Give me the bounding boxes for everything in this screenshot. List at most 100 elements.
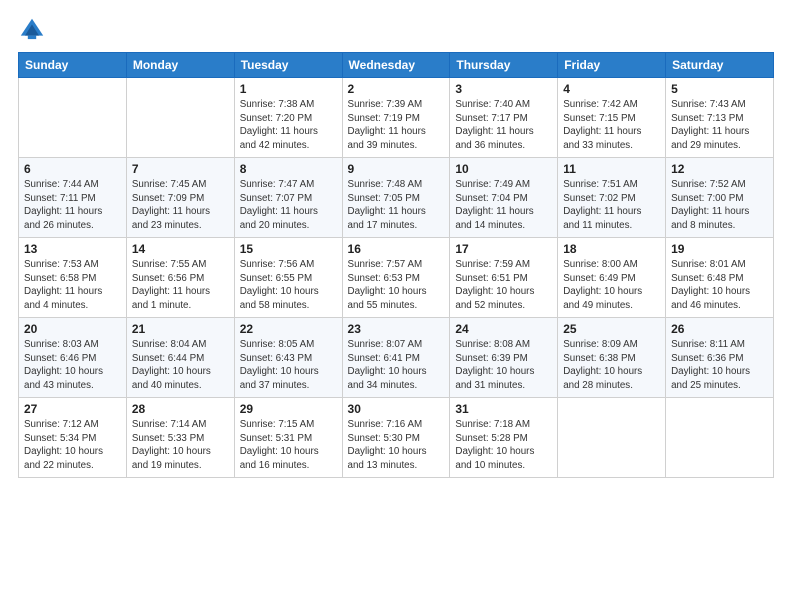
day-info: Sunrise: 7:18 AMSunset: 5:28 PMDaylight:… bbox=[455, 418, 552, 473]
calendar-day bbox=[19, 78, 127, 158]
day-number: 25 bbox=[563, 322, 660, 336]
calendar-day: 27 Sunrise: 7:12 AMSunset: 5:34 PMDayligh… bbox=[19, 398, 127, 478]
day-info: Sunrise: 7:55 AMSunset: 6:56 PMDaylight:… bbox=[132, 258, 229, 313]
calendar-day: 2Sunrise: 7:39 AMSunset: 7:19 PMDaylight… bbox=[342, 78, 450, 158]
day-info: Sunrise: 7:44 AMSunset: 7:11 PMDaylight:… bbox=[24, 178, 121, 233]
calendar-day: 10Sunrise: 7:49 AMSunset: 7:04 PMDayligh… bbox=[450, 158, 558, 238]
calendar-day bbox=[666, 398, 774, 478]
weekday-header: Thursday bbox=[450, 53, 558, 78]
day-number: 6 bbox=[24, 162, 121, 176]
day-info: Sunrise: 8:03 AMSunset: 6:46 PMDaylight:… bbox=[24, 338, 121, 393]
day-number: 30 bbox=[348, 402, 445, 416]
day-number: 27 bbox=[24, 402, 121, 416]
calendar-day: 24 Sunrise: 8:08 AMSunset: 6:39 PMDayligh… bbox=[450, 318, 558, 398]
calendar-week: 20 Sunrise: 8:03 AMSunset: 6:46 PMDayligh… bbox=[19, 318, 774, 398]
day-number: 26 bbox=[671, 322, 768, 336]
calendar-week: 13 Sunrise: 7:53 AMSunset: 6:58 PMDayligh… bbox=[19, 238, 774, 318]
calendar-day: 5Sunrise: 7:43 AMSunset: 7:13 PMDaylight… bbox=[666, 78, 774, 158]
calendar-day: 13 Sunrise: 7:53 AMSunset: 6:58 PMDayligh… bbox=[19, 238, 127, 318]
day-number: 3 bbox=[455, 82, 552, 96]
day-number: 21 bbox=[132, 322, 229, 336]
day-number: 20 bbox=[24, 322, 121, 336]
day-number: 22 bbox=[240, 322, 337, 336]
day-number: 13 bbox=[24, 242, 121, 256]
day-number: 12 bbox=[671, 162, 768, 176]
day-info: Sunrise: 7:51 AMSunset: 7:02 PMDaylight:… bbox=[563, 178, 660, 233]
day-number: 15 bbox=[240, 242, 337, 256]
page: SundayMondayTuesdayWednesdayThursdayFrid… bbox=[0, 0, 792, 612]
calendar-day: 7 Sunrise: 7:45 AMSunset: 7:09 PMDaylight… bbox=[126, 158, 234, 238]
day-number: 29 bbox=[240, 402, 337, 416]
calendar-day: 23 Sunrise: 8:07 AMSunset: 6:41 PMDayligh… bbox=[342, 318, 450, 398]
calendar-day: 31 Sunrise: 7:18 AMSunset: 5:28 PMDayligh… bbox=[450, 398, 558, 478]
day-info: Sunrise: 7:53 AMSunset: 6:58 PMDaylight:… bbox=[24, 258, 121, 313]
day-info: Sunrise: 8:01 AMSunset: 6:48 PMDaylight:… bbox=[671, 258, 768, 313]
calendar-day: 16 Sunrise: 7:57 AMSunset: 6:53 PMDayligh… bbox=[342, 238, 450, 318]
calendar-day: 14 Sunrise: 7:55 AMSunset: 6:56 PMDayligh… bbox=[126, 238, 234, 318]
calendar-day: 19 Sunrise: 8:01 AMSunset: 6:48 PMDayligh… bbox=[666, 238, 774, 318]
day-info: Sunrise: 7:47 AMSunset: 7:07 PMDaylight:… bbox=[240, 178, 337, 233]
day-number: 5 bbox=[671, 82, 768, 96]
day-info: Sunrise: 8:08 AMSunset: 6:39 PMDaylight:… bbox=[455, 338, 552, 393]
day-number: 4 bbox=[563, 82, 660, 96]
day-number: 2 bbox=[348, 82, 445, 96]
day-info: Sunrise: 7:40 AMSunset: 7:17 PMDaylight:… bbox=[455, 98, 552, 153]
day-info: Sunrise: 7:56 AMSunset: 6:55 PMDaylight:… bbox=[240, 258, 337, 313]
day-info: Sunrise: 7:42 AMSunset: 7:15 PMDaylight:… bbox=[563, 98, 660, 153]
day-info: Sunrise: 7:15 AMSunset: 5:31 PMDaylight:… bbox=[240, 418, 337, 473]
calendar-day: 8 Sunrise: 7:47 AMSunset: 7:07 PMDaylight… bbox=[234, 158, 342, 238]
calendar-day: 4 Sunrise: 7:42 AMSunset: 7:15 PMDaylight… bbox=[558, 78, 666, 158]
weekday-row: SundayMondayTuesdayWednesdayThursdayFrid… bbox=[19, 53, 774, 78]
calendar-day: 22Sunrise: 8:05 AMSunset: 6:43 PMDayligh… bbox=[234, 318, 342, 398]
calendar-day: 6 Sunrise: 7:44 AMSunset: 7:11 PMDaylight… bbox=[19, 158, 127, 238]
day-number: 24 bbox=[455, 322, 552, 336]
weekday-header: Tuesday bbox=[234, 53, 342, 78]
day-info: Sunrise: 8:07 AMSunset: 6:41 PMDaylight:… bbox=[348, 338, 445, 393]
weekday-header: Friday bbox=[558, 53, 666, 78]
day-info: Sunrise: 7:38 AMSunset: 7:20 PMDaylight:… bbox=[240, 98, 337, 153]
day-number: 8 bbox=[240, 162, 337, 176]
day-info: Sunrise: 7:52 AMSunset: 7:00 PMDaylight:… bbox=[671, 178, 768, 233]
day-info: Sunrise: 7:16 AMSunset: 5:30 PMDaylight:… bbox=[348, 418, 445, 473]
day-number: 18 bbox=[563, 242, 660, 256]
calendar-day: 17Sunrise: 7:59 AMSunset: 6:51 PMDayligh… bbox=[450, 238, 558, 318]
calendar-body: 1 Sunrise: 7:38 AMSunset: 7:20 PMDaylight… bbox=[19, 78, 774, 478]
calendar: SundayMondayTuesdayWednesdayThursdayFrid… bbox=[18, 52, 774, 478]
logo bbox=[18, 16, 50, 44]
calendar-day: 15 Sunrise: 7:56 AMSunset: 6:55 PMDayligh… bbox=[234, 238, 342, 318]
calendar-day: 11 Sunrise: 7:51 AMSunset: 7:02 PMDayligh… bbox=[558, 158, 666, 238]
day-info: Sunrise: 7:49 AMSunset: 7:04 PMDaylight:… bbox=[455, 178, 552, 233]
day-number: 28 bbox=[132, 402, 229, 416]
header bbox=[18, 16, 774, 44]
calendar-header: SundayMondayTuesdayWednesdayThursdayFrid… bbox=[19, 53, 774, 78]
day-number: 19 bbox=[671, 242, 768, 256]
day-info: Sunrise: 8:00 AMSunset: 6:49 PMDaylight:… bbox=[563, 258, 660, 313]
calendar-week: 27 Sunrise: 7:12 AMSunset: 5:34 PMDayligh… bbox=[19, 398, 774, 478]
calendar-week: 6 Sunrise: 7:44 AMSunset: 7:11 PMDaylight… bbox=[19, 158, 774, 238]
calendar-day: 26 Sunrise: 8:11 AMSunset: 6:36 PMDayligh… bbox=[666, 318, 774, 398]
day-number: 16 bbox=[348, 242, 445, 256]
calendar-day: 21 Sunrise: 8:04 AMSunset: 6:44 PMDayligh… bbox=[126, 318, 234, 398]
day-info: Sunrise: 8:11 AMSunset: 6:36 PMDaylight:… bbox=[671, 338, 768, 393]
day-number: 1 bbox=[240, 82, 337, 96]
day-info: Sunrise: 7:59 AMSunset: 6:51 PMDaylight:… bbox=[455, 258, 552, 313]
day-number: 31 bbox=[455, 402, 552, 416]
day-number: 7 bbox=[132, 162, 229, 176]
calendar-day: 20 Sunrise: 8:03 AMSunset: 6:46 PMDayligh… bbox=[19, 318, 127, 398]
day-info: Sunrise: 8:04 AMSunset: 6:44 PMDaylight:… bbox=[132, 338, 229, 393]
day-info: Sunrise: 7:57 AMSunset: 6:53 PMDaylight:… bbox=[348, 258, 445, 313]
day-number: 23 bbox=[348, 322, 445, 336]
calendar-day bbox=[126, 78, 234, 158]
weekday-header: Saturday bbox=[666, 53, 774, 78]
day-number: 14 bbox=[132, 242, 229, 256]
calendar-day: 28 Sunrise: 7:14 AMSunset: 5:33 PMDayligh… bbox=[126, 398, 234, 478]
weekday-header: Monday bbox=[126, 53, 234, 78]
day-info: Sunrise: 7:48 AMSunset: 7:05 PMDaylight:… bbox=[348, 178, 445, 233]
day-info: Sunrise: 8:09 AMSunset: 6:38 PMDaylight:… bbox=[563, 338, 660, 393]
calendar-day: 25 Sunrise: 8:09 AMSunset: 6:38 PMDayligh… bbox=[558, 318, 666, 398]
day-number: 11 bbox=[563, 162, 660, 176]
day-info: Sunrise: 7:14 AMSunset: 5:33 PMDaylight:… bbox=[132, 418, 229, 473]
day-info: Sunrise: 7:45 AMSunset: 7:09 PMDaylight:… bbox=[132, 178, 229, 233]
calendar-day bbox=[558, 398, 666, 478]
day-info: Sunrise: 7:12 AMSunset: 5:34 PMDaylight:… bbox=[24, 418, 121, 473]
